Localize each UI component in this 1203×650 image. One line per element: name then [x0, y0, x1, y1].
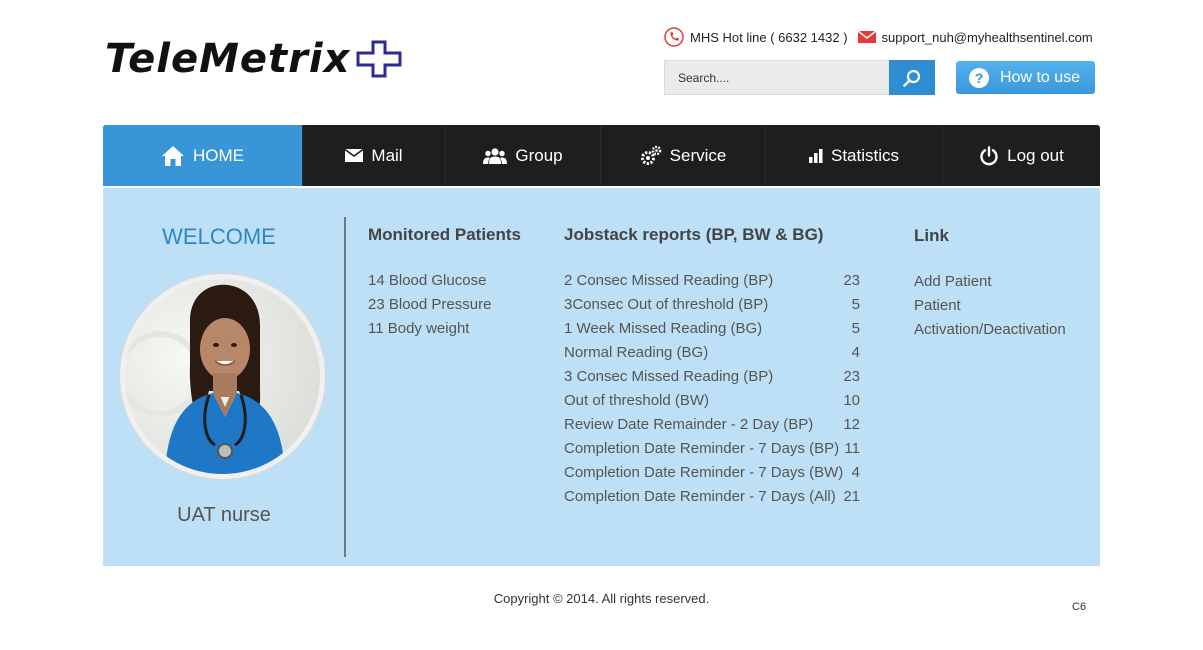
search-button[interactable] — [889, 60, 935, 95]
page: TeleMetrix MHS Hot line ( 6632 1432 ) su… — [0, 0, 1203, 650]
version-label: C6 — [1072, 601, 1087, 613]
patient-link[interactable]: Patient — [914, 294, 1066, 318]
report-count: 23 — [843, 272, 860, 289]
activation-deactivation-link[interactable]: Activation/Deactivation — [914, 318, 1066, 342]
link-list: Add Patient Patient Activation/Deactivat… — [914, 270, 1066, 342]
report-count: 12 — [843, 416, 860, 433]
report-row[interactable]: 3Consec Out of threshold (BP) 5 — [564, 293, 860, 317]
report-count: 11 — [844, 440, 860, 457]
copyright-text: Copyright © 2014. All rights reserved. — [493, 591, 710, 606]
report-row[interactable]: Completion Date Reminder - 7 Days (All) 2… — [564, 485, 860, 509]
report-label: Completion Date Reminder - 7 Days (BW) — [564, 464, 844, 481]
nav-group-label: Group — [515, 145, 563, 165]
list-item: 11 Body weight — [368, 320, 470, 337]
report-row[interactable]: 2 Consec Missed Reading (BP) 23 — [564, 269, 860, 293]
user-name: UAT nurse — [177, 504, 271, 526]
link-title: Link — [914, 226, 949, 245]
nurse-photo — [125, 279, 320, 474]
add-patient-link[interactable]: Add Patient — [914, 270, 1066, 294]
power-icon — [980, 145, 998, 165]
support-email-link[interactable]: support_nuh@myhealthsentinel.com — [882, 30, 1093, 45]
report-label: 1 Week Missed Reading (BG) — [564, 320, 763, 337]
report-row[interactable]: Completion Date Reminder - 7 Days (BW) 4 — [564, 461, 860, 485]
home-icon — [162, 145, 184, 166]
report-label: Completion Date Reminder - 7 Days (BP) — [564, 440, 840, 457]
envelope-icon — [345, 149, 364, 162]
report-count: 23 — [843, 368, 860, 385]
nav-mail-label: Mail — [371, 145, 403, 165]
jobstack-reports-title: Jobstack reports (BP, BW & BG) — [564, 225, 824, 244]
report-row[interactable]: Normal Reading (BG) 4 — [564, 341, 860, 365]
report-count: 5 — [851, 296, 860, 313]
telemetrix-logo[interactable]: TeleMetrix — [105, 36, 402, 82]
bar-chart-icon — [808, 148, 823, 163]
help-icon: ? — [969, 67, 989, 88]
search-input[interactable] — [664, 60, 889, 95]
main-nav: HOME Mail Group Service Statistics Log o… — [103, 125, 1100, 186]
report-row[interactable]: 3 Consec Missed Reading (BP) 23 — [564, 365, 860, 389]
nav-logout-label: Log out — [1007, 145, 1064, 165]
jobstack-reports-list: 2 Consec Missed Reading (BP) 23 3Consec O… — [564, 269, 860, 509]
nav-mail[interactable]: Mail — [303, 125, 446, 186]
report-count: 5 — [851, 320, 860, 337]
envelope-icon — [857, 31, 876, 43]
report-label: Completion Date Reminder - 7 Days (All) — [564, 488, 836, 505]
report-count: 4 — [851, 464, 860, 481]
column-divider — [344, 217, 346, 557]
nav-group[interactable]: Group — [446, 125, 601, 186]
hotline-text: MHS Hot line ( 6632 1432 ) — [690, 29, 848, 45]
monitored-patients-title: Monitored Patients — [368, 225, 522, 244]
welcome-heading: WELCOME — [162, 224, 276, 249]
report-label: Review Date Remainder - 2 Day (BP) — [564, 416, 814, 433]
how-to-use-label: How to use — [1000, 68, 1081, 86]
medical-cross-icon — [356, 40, 402, 78]
phone-icon — [664, 27, 684, 47]
how-to-use-button[interactable]: ? How to use — [956, 61, 1095, 94]
nav-home[interactable]: HOME — [103, 125, 303, 186]
search-box — [664, 60, 935, 95]
monitored-patients-list: 14 Blood Glucose 23 Blood Pressure 11 Bo… — [368, 269, 491, 341]
dashboard-panel: WELCOME UAT nurse Monitored Patients 14 … — [103, 188, 1100, 566]
report-row[interactable]: 1 Week Missed Reading (BG) 5 — [564, 317, 860, 341]
report-label: 2 Consec Missed Reading (BP) — [564, 272, 774, 289]
report-count: 21 — [843, 488, 860, 505]
contact-bar: MHS Hot line ( 6632 1432 ) support_nuh@m… — [664, 27, 1093, 47]
report-count: 10 — [843, 392, 860, 409]
report-label: Out of threshold (BW) — [564, 392, 710, 409]
nav-statistics[interactable]: Statistics — [766, 125, 943, 186]
report-count: 4 — [851, 344, 860, 361]
logo-text: TeleMetrix — [105, 36, 351, 82]
nav-logout[interactable]: Log out — [943, 125, 1100, 186]
nav-home-label: HOME — [193, 145, 244, 165]
report-row[interactable]: Out of threshold (BW) 10 — [564, 389, 860, 413]
list-item: 23 Blood Pressure — [368, 296, 492, 313]
group-icon — [483, 147, 508, 164]
report-row[interactable]: Review Date Remainder - 2 Day (BP) 12 — [564, 413, 860, 437]
gears-icon — [640, 145, 661, 165]
report-label: Normal Reading (BG) — [564, 344, 709, 361]
list-item: 14 Blood Glucose — [368, 272, 487, 289]
avatar — [120, 274, 325, 479]
nav-statistics-label: Statistics — [830, 145, 900, 165]
report-label: 3Consec Out of threshold (BP) — [564, 296, 769, 313]
report-row[interactable]: Completion Date Reminder - 7 Days (BP) 11 — [564, 437, 860, 461]
nav-service[interactable]: Service — [601, 125, 766, 186]
nav-service-label: Service — [669, 145, 727, 165]
report-label: 3 Consec Missed Reading (BP) — [564, 368, 774, 385]
search-icon — [903, 69, 921, 87]
